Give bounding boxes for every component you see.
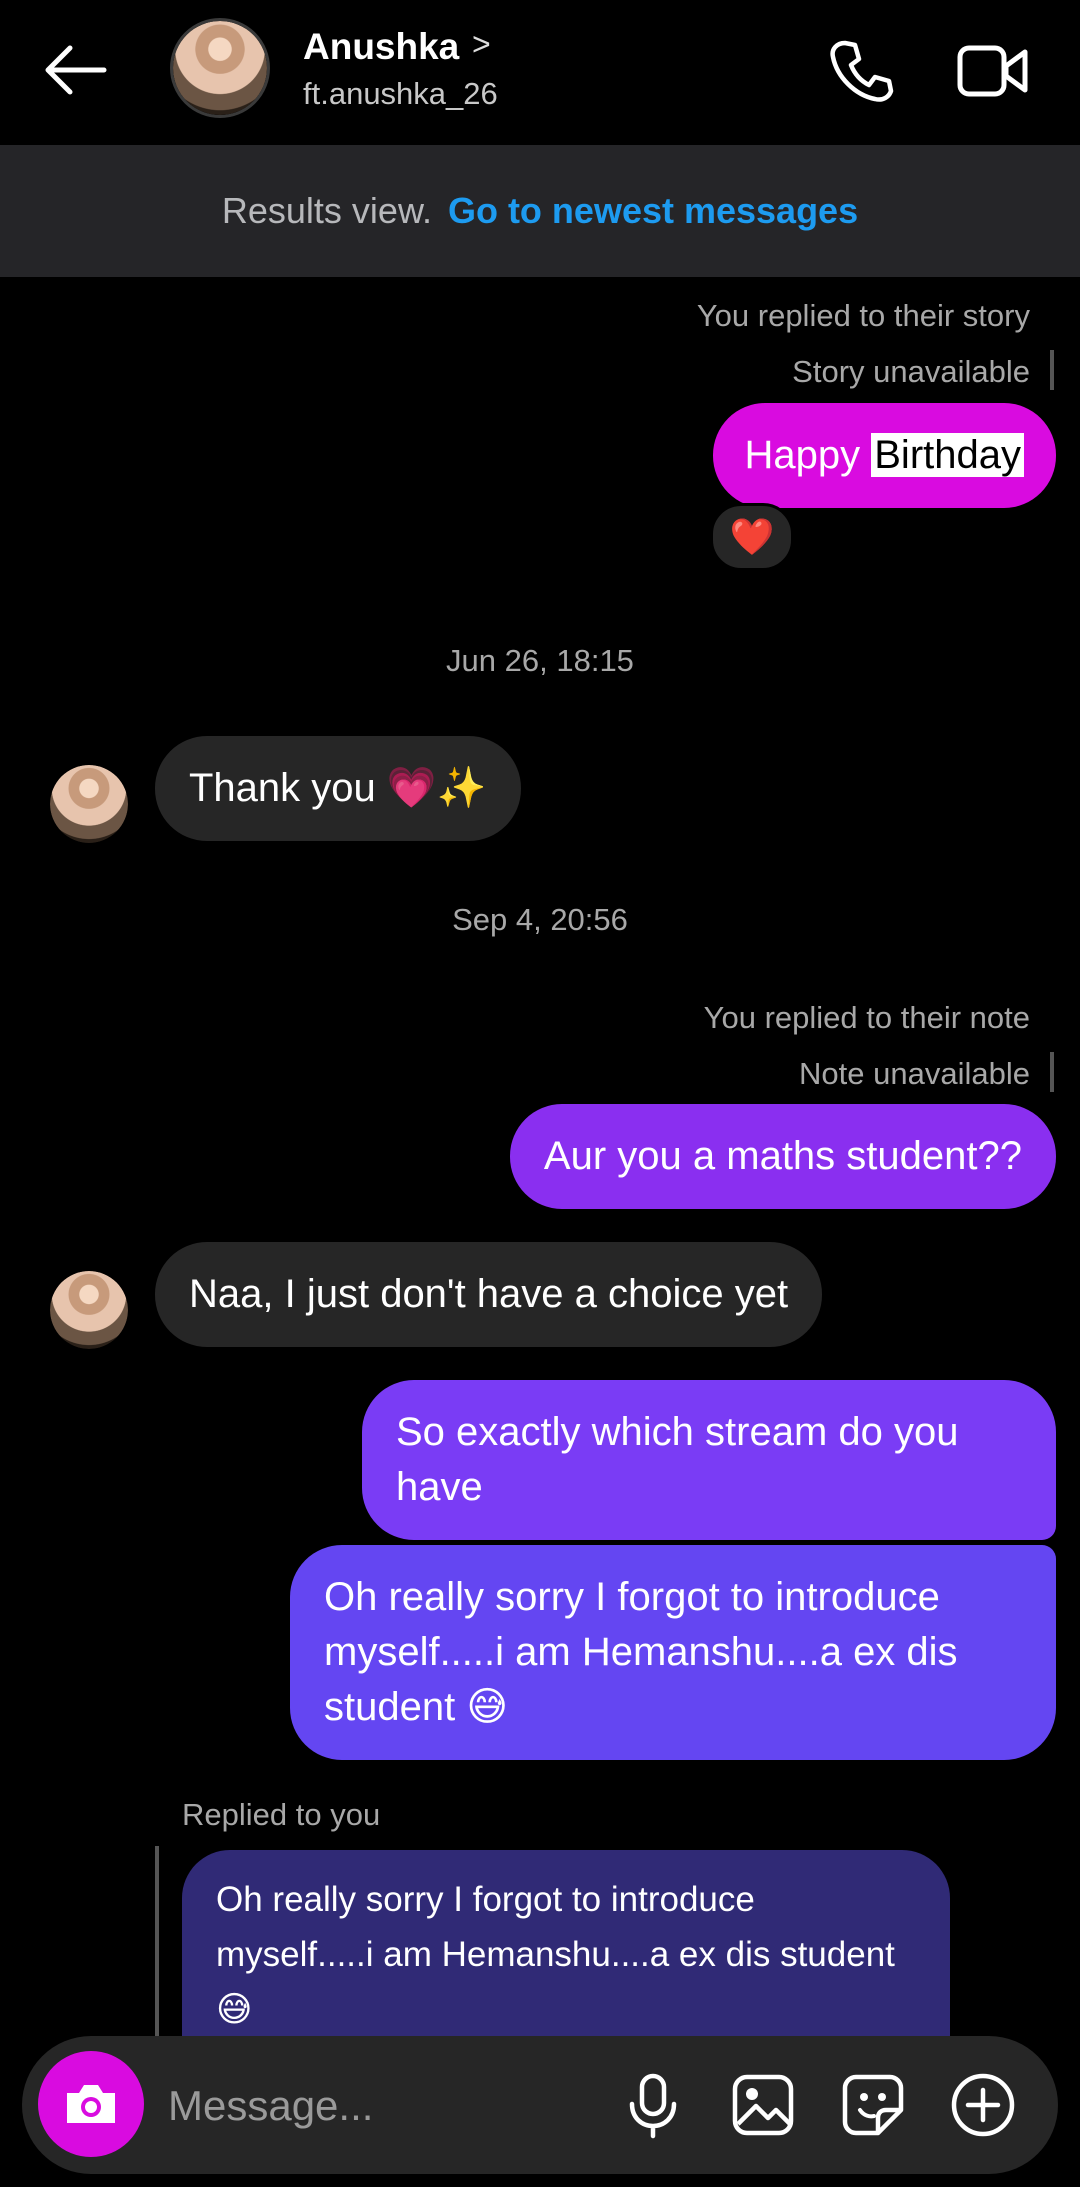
message-bubble-birthday[interactable]: Happy Birthday [712,403,1056,508]
message-bubble-naa[interactable]: Naa, I just don't have a choice yet [155,1242,823,1347]
quote-bar [1050,1052,1054,1092]
message-bubble-stream[interactable]: So exactly which stream do you have [362,1380,1056,1540]
contact-name[interactable]: Anushka [303,26,459,68]
phone-icon[interactable] [825,35,897,107]
sticker-icon[interactable] [838,2070,908,2140]
back-arrow-icon[interactable] [40,40,110,100]
chevron-right-icon[interactable]: > [472,26,491,63]
message-input[interactable] [166,2071,610,2141]
microphone-icon[interactable] [618,2070,688,2140]
quote-bar [155,1846,159,2036]
avatar[interactable] [50,1271,128,1349]
story-reply-label: You replied to their story [696,298,1030,333]
replied-to-you-label: Replied to you [182,1797,381,1832]
results-view-banner: Results view. Go to newest messages [0,145,1080,277]
heart-reaction-icon[interactable]: ❤️ [710,503,794,571]
quoted-message[interactable]: Oh really sorry I forgot to introduce my… [182,1850,950,2036]
note-reply-label: You replied to their note [703,1000,1030,1035]
results-view-text: Results view. [221,190,432,231]
contact-handle: ft.anushka_26 [303,76,498,111]
video-camera-icon[interactable] [955,38,1030,104]
message-bubble-sorry[interactable]: Oh really sorry I forgot to introduce my… [290,1545,1056,1760]
camera-icon[interactable] [38,2051,144,2157]
message-bubble-thank-you[interactable]: Thank you 💗✨ [155,736,521,841]
message-bubble-maths[interactable]: Aur you a maths student?? [509,1104,1056,1209]
profile-avatar[interactable] [170,18,270,118]
birthday-text: Happy [744,433,861,477]
gallery-icon[interactable] [728,2070,798,2140]
timestamp: Sep 4, 20:56 [452,902,628,937]
avatar[interactable] [50,765,128,843]
quote-bar [1050,350,1054,390]
plus-icon[interactable] [948,2070,1018,2140]
birthday-highlight: Birthday [871,433,1024,477]
note-unavailable: Note unavailable [799,1056,1030,1091]
go-to-newest-link[interactable]: Go to newest messages [448,190,858,232]
chat-header [0,0,1080,145]
timestamp: Jun 26, 18:15 [446,643,634,678]
story-unavailable: Story unavailable [792,354,1030,389]
